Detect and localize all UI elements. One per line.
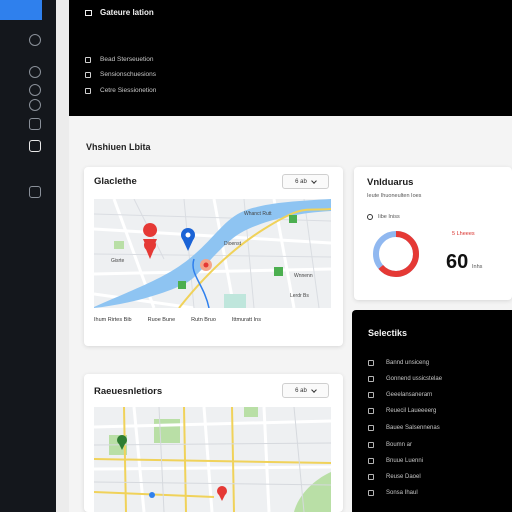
map-view[interactable]: Gisrte Whanct Rutt Wnnenn Dioenst Lerdr … <box>94 199 331 308</box>
location-icon <box>367 214 373 220</box>
topbar-item[interactable]: Bead Sterseuetion <box>85 56 153 63</box>
section-title: Vhshiuen Lbita <box>86 142 151 152</box>
window-icon <box>85 9 92 16</box>
flag-icon <box>85 71 91 78</box>
map-view-2[interactable] <box>94 407 331 512</box>
map-label: Lerdr Bs <box>290 293 309 299</box>
list-item[interactable]: Sonsa Ihaul <box>368 490 418 496</box>
item-icon <box>368 442 374 448</box>
map-card-dropdown[interactable]: 6 ab <box>282 174 329 189</box>
stats-card-subtitle: Ieute Ihuoneulten Ioes <box>367 193 422 199</box>
stats-card-title: Vnlduarus <box>367 177 414 188</box>
map-card-2: Raeuesnletiors 6 ab <box>84 374 343 512</box>
dropdown-value: 6 ab <box>295 387 307 394</box>
globe-icon[interactable] <box>29 99 41 111</box>
map-card-2-title: Raeuesnletiors <box>94 386 163 397</box>
topbar-item-label: Cetre Siessionetion <box>100 87 157 94</box>
list-item[interactable]: Reuecil Laueeeerg <box>368 408 436 414</box>
item-icon <box>368 490 374 496</box>
list-item-label: Boumn ar <box>386 442 413 448</box>
map-label: Gisrte <box>111 258 125 264</box>
item-icon <box>368 408 374 414</box>
stats-value: 60 <box>446 251 469 273</box>
item-icon <box>368 376 374 382</box>
list-item[interactable]: Bauee Salsennenas <box>368 425 440 431</box>
chat-icon[interactable] <box>29 186 41 198</box>
topbar-item[interactable]: Sensionschuesions <box>85 71 156 78</box>
stats-legend: Iibe Iniss <box>367 214 400 220</box>
topbar-item[interactable]: Cetre Siessionetion <box>85 87 156 94</box>
list-item[interactable]: Bnuue Luenni <box>368 458 423 464</box>
list-item-label: Bnuue Luenni <box>386 458 424 464</box>
list-item-label: Bauee Salsennenas <box>386 425 440 431</box>
list-icon <box>85 56 91 63</box>
list-item-label: Gonnend ussicstelae <box>386 376 443 382</box>
list-item[interactable]: Bannd unsiceng <box>368 360 429 366</box>
legend-item: Ruoe Bune <box>147 317 176 323</box>
item-icon <box>368 360 374 366</box>
help-icon[interactable] <box>29 34 41 46</box>
brand-logo[interactable] <box>0 0 42 20</box>
legend-item: Ittmuratt Ins <box>231 317 261 323</box>
settings-icon[interactable] <box>29 84 41 96</box>
list-item-label: Geeelansanerarn <box>386 392 433 398</box>
item-icon <box>368 392 374 398</box>
topbar-item-label: Bead Sterseuetion <box>100 56 154 63</box>
list-item[interactable]: Boumn ar <box>368 442 412 448</box>
stats-red-label: 5 Lheees <box>452 231 475 237</box>
list-item[interactable]: Gonnend ussicstelae <box>368 376 442 382</box>
list-item-label: Reuecil Laueeeerg <box>386 408 437 414</box>
topbar-title-text: Gateure lation <box>100 8 154 17</box>
dropdown-value: 6 ab <box>295 178 307 185</box>
stats-unit: Inhs <box>472 264 483 270</box>
map-graphic-2 <box>94 407 331 512</box>
item-icon <box>368 458 374 464</box>
person-icon[interactable] <box>29 66 41 78</box>
list-item[interactable]: Geeelansanerarn <box>368 392 432 398</box>
topbar-title: Gateure lation <box>85 8 154 17</box>
layers-icon[interactable] <box>29 140 41 152</box>
map-legend: Ihum Rirtes Bib Ruoe Bune Rutn Bruo Ittm… <box>94 317 261 323</box>
legend-item: Rutn Bruo <box>191 317 216 323</box>
grid-icon <box>85 87 91 94</box>
map-graphic: Gisrte Whanct Rutt Wnnenn Dioenst Lerdr … <box>94 199 331 308</box>
sidebar <box>0 0 56 512</box>
map-label: Dioenst <box>224 241 242 247</box>
map-card: Glaclethe 6 ab Gisrte Whanct Rutt Wnnenn… <box>84 167 343 346</box>
topbar-item-label: Sensionschuesions <box>100 71 157 78</box>
map-label: Whanct Rutt <box>244 211 272 217</box>
item-icon <box>368 474 374 480</box>
list-item[interactable]: Reuse Daoel <box>368 474 421 480</box>
legend-item: Ihum Rirtes Bib <box>94 317 132 323</box>
dark-stats-panel: Selectiks Bannd unsiceng Gonnend ussicst… <box>352 310 512 512</box>
top-panel: Gateure lation Bead Sterseuetion Sension… <box>69 0 512 116</box>
chevron-down-icon <box>311 177 317 184</box>
map-label: Wnnenn <box>294 273 313 279</box>
list-item-label: Reuse Daoel <box>386 474 421 480</box>
item-icon <box>368 425 374 431</box>
dark-panel-title: Selectiks <box>368 328 408 338</box>
list-item-label: Sonsa Ihaul <box>386 490 418 496</box>
stats-card: Vnlduarus Ieute Ihuoneulten Ioes Iibe In… <box>354 167 512 300</box>
list-item-label: Bannd unsiceng <box>386 360 430 366</box>
donut-chart <box>373 231 419 277</box>
calendar-icon[interactable] <box>29 118 41 130</box>
map-card-title: Glaclethe <box>94 176 137 187</box>
stats-legend-label: Iibe Iniss <box>378 214 400 220</box>
map-card-2-dropdown[interactable]: 6 ab <box>282 383 329 398</box>
chevron-down-icon <box>311 386 317 393</box>
